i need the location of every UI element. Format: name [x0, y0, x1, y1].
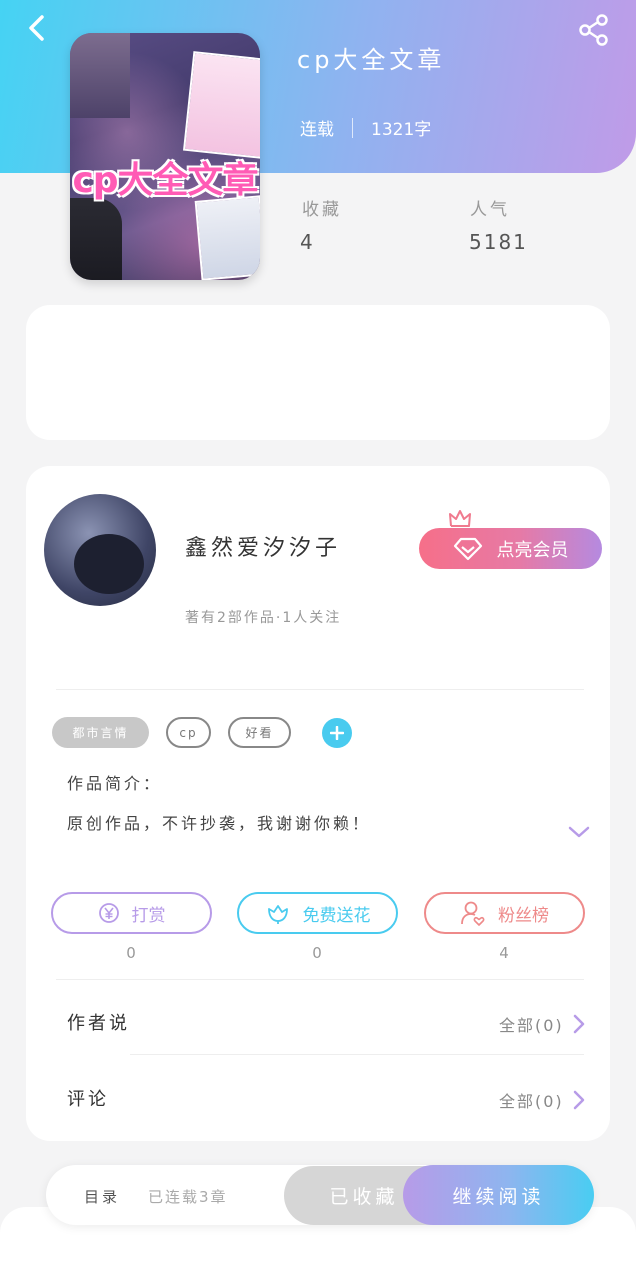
stat-value-popularity: 5181: [469, 230, 528, 254]
continue-reading-button[interactable]: 继续阅读: [403, 1165, 594, 1225]
back-button[interactable]: [22, 12, 54, 44]
author-says-count: 全部(0): [499, 1016, 564, 1035]
add-tag-button[interactable]: [322, 718, 352, 748]
cover-art-figure: [70, 33, 130, 118]
cover-art-panel: [182, 51, 260, 159]
tip-button[interactable]: 打赏: [51, 892, 212, 934]
table-of-contents-button[interactable]: 目录: [84, 1186, 120, 1207]
book-word-count: 1321字: [371, 120, 432, 140]
fan-ranking-button[interactable]: 粉丝榜: [424, 892, 585, 934]
tip-button-label: 打赏: [131, 905, 166, 926]
divider: [56, 689, 584, 690]
stat-label-popularity: 人气: [470, 200, 510, 220]
share-icon: [579, 14, 608, 46]
book-cover[interactable]: cp大全文章: [70, 33, 260, 280]
share-button[interactable]: [576, 12, 612, 48]
intro-text: 原创作品，不许抄袭，我谢谢你赖！: [67, 814, 372, 833]
intro-label: 作品简介：: [67, 774, 163, 793]
divider: [130, 1054, 584, 1055]
fan-user-icon: [461, 901, 485, 926]
chevron-left-icon: [29, 15, 44, 41]
tip-count: 0: [126, 944, 136, 962]
vip-button[interactable]: 点亮会员: [419, 528, 602, 569]
fan-count: 4: [499, 944, 509, 962]
book-title: cp大全文章: [297, 46, 446, 74]
book-meta: 连载 1321字: [300, 115, 431, 140]
send-flower-button-label: 免费送花: [302, 905, 371, 926]
meta-divider: [352, 117, 353, 138]
comments-count: 全部(0): [499, 1092, 564, 1111]
author-says-label: 作者说: [67, 1013, 130, 1034]
author-says-link[interactable]: 全部(0): [499, 1012, 586, 1036]
diamond-icon: [453, 537, 482, 560]
book-status: 连载: [300, 120, 334, 140]
tag-chip[interactable]: 好看: [228, 717, 291, 748]
stat-label-favorites: 收藏: [302, 200, 342, 220]
comments-label: 评论: [67, 1089, 109, 1110]
crown-icon: [449, 510, 471, 527]
author-summary: 著有2部作品·1人关注: [185, 610, 342, 626]
cover-art-figure: [70, 198, 122, 280]
cover-title: cp大全文章: [72, 160, 258, 201]
chevron-right-icon: [573, 1090, 584, 1110]
chevron-down-icon[interactable]: [566, 822, 592, 842]
flower-count: 0: [312, 944, 322, 962]
comments-link[interactable]: 全部(0): [499, 1088, 586, 1112]
chapter-count: 已连载3章: [148, 1188, 228, 1206]
author-name[interactable]: 鑫然爱汐汐子: [185, 530, 341, 562]
tag-chip[interactable]: cp: [166, 717, 211, 748]
divider: [56, 979, 584, 980]
tag-chip[interactable]: 都市言情: [52, 717, 149, 748]
stat-value-favorites: 4: [300, 230, 315, 254]
chevron-right-icon: [573, 1014, 584, 1034]
author-avatar[interactable]: [44, 494, 156, 606]
yen-coin-icon: [98, 903, 119, 923]
cover-art-panel: [194, 195, 260, 280]
plus-icon: [330, 726, 344, 740]
flower-icon: [267, 905, 288, 924]
send-flower-button[interactable]: 免费送花: [237, 892, 398, 934]
fan-ranking-button-label: 粉丝榜: [498, 905, 549, 926]
vip-button-label: 点亮会员: [496, 539, 569, 561]
banner-card: [26, 305, 610, 440]
